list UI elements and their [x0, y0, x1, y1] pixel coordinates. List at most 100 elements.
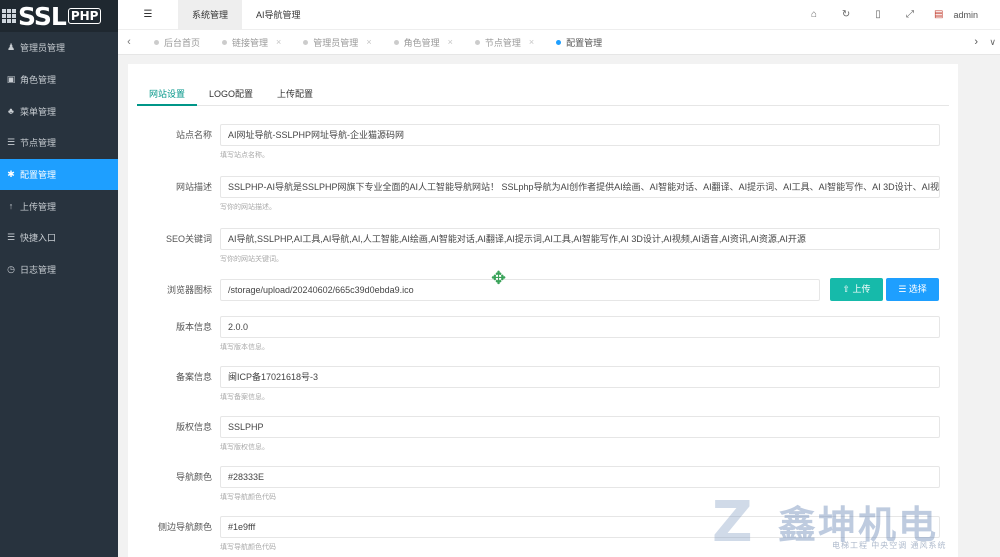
top-header: ☰ 系统管理 AI导航管理 ⌂ ↻ ▯ ⤢ ▤ admin [118, 0, 1000, 29]
field-label: 导航颜色 [175, 472, 212, 482]
sidebar-item-6[interactable]: ☰ 快捷入口 [0, 222, 118, 254]
bell-icon: ♣ [8, 106, 14, 117]
list-icon: ☰ [6, 232, 16, 243]
subtab-1[interactable]: LOGO配置 [197, 82, 265, 106]
field-label: 站点名称 [175, 130, 212, 140]
field-help-text: 填写导航颜色代码 [220, 544, 276, 551]
sidebar-item-0[interactable]: ♟ 管理员管理 [0, 32, 118, 64]
tab-dot-icon [154, 39, 159, 45]
config-subtabs: 网站设置 LOGO配置 上传配置 [137, 82, 949, 106]
logo-ssl-text: SSL [18, 1, 67, 31]
page-tab-label: 后台首页 [164, 37, 201, 48]
header-nav-1[interactable]: AI导航管理 [242, 0, 315, 29]
sidebar-item-label: 角色管理 [20, 75, 57, 86]
upload-button[interactable]: ⇧ 上传 [830, 278, 883, 301]
header-toolbar: ⌂ ↻ ▯ ⤢ ▤ admin [798, 0, 978, 29]
sidebar-item-label: 配置管理 [20, 170, 57, 181]
sidebar-item-label: 日志管理 [20, 265, 57, 276]
clear-icon[interactable]: ▯ [862, 9, 894, 20]
select-button[interactable]: ☰ 选择 [886, 278, 939, 301]
subtab-2[interactable]: 上传配置 [265, 82, 325, 106]
watermark: Z 鑫坤机电 电梯工程 中央空调 通风系统 [712, 492, 1000, 557]
field-help-text: 写你的网站关键词。 [220, 256, 283, 263]
close-icon[interactable]: × [529, 37, 534, 47]
sidebar-item-label: 上传管理 [20, 201, 57, 212]
user-avatar-icon: ▤ [934, 9, 944, 20]
menu-fold-icon: ☰ [143, 9, 153, 20]
sidebar-item-5[interactable]: ↑ 上传管理 [0, 190, 118, 222]
field-label: 浏览器图标 [166, 285, 212, 295]
sidebar: SSL PHP ♟ 管理员管理 ▣ 角色管理 ♣ 菜单管理 ☰ 节点管理 ✱ 配置管理 ↑ 上传管理 ☰… [0, 0, 118, 557]
upload-icon: ↑ [8, 201, 14, 212]
field-label: SEO关键词 [165, 234, 212, 244]
field-input[interactable]: SSLPHP [220, 416, 940, 438]
field-help-text: 填写版本信息。 [220, 344, 269, 351]
sidebar-item-2[interactable]: ♣ 菜单管理 [0, 95, 118, 127]
field-label: 版权信息 [175, 422, 212, 432]
sidebar-item-1[interactable]: ▣ 角色管理 [0, 64, 118, 96]
config-panel: 网站设置 LOGO配置 上传配置 站点名称 AI网址导航-SSLPHP网址导航-企业猫… [128, 64, 958, 557]
close-icon[interactable]: × [276, 37, 281, 47]
page-tab-2[interactable]: 管理员管理 × [289, 29, 379, 55]
watermark-logo-icon: Z [712, 490, 753, 555]
field-input[interactable]: 闽ICP备17021618号-3 [220, 366, 940, 388]
page-tab-1[interactable]: 链接管理 × [208, 29, 289, 55]
page-tab-label: 角色管理 [403, 37, 440, 48]
sidebar-item-label: 快捷入口 [20, 233, 57, 244]
tabs-prev-button[interactable]: ‹ [118, 36, 140, 48]
list-icon: ☰ [6, 137, 16, 148]
tab-dot-icon [556, 39, 562, 45]
field-input[interactable]: /storage/upload/20240602/665c39d0ebda9.i… [220, 279, 820, 301]
sidebar-menu: ♟ 管理员管理 ▣ 角色管理 ♣ 菜单管理 ☰ 节点管理 ✱ 配置管理 ↑ 上传管理 ☰ 快捷入口 ◷ 日志管… [0, 32, 118, 286]
refresh-icon[interactable]: ↻ [830, 9, 862, 20]
field-label: 侧边导航颜色 [157, 522, 212, 532]
page-tabs: 后台首页 链接管理 × 管理员管理 × 角色管理 × 节点管理 × 配置管理 [140, 29, 1000, 55]
user-menu[interactable]: ▤ admin [934, 9, 978, 20]
field-input[interactable]: #28333E [220, 466, 940, 488]
field-input[interactable]: SSLPHP-AI导航是SSLPHP网旗下专业全面的AI人工智能导航网站！ SS… [220, 176, 940, 198]
tabs-next-button[interactable]: › [974, 36, 978, 48]
tab-dot-icon [303, 39, 309, 45]
subtab-0[interactable]: 网站设置 [137, 82, 198, 106]
page-tab-4[interactable]: 节点管理 × [461, 29, 542, 55]
watermark-subtitle: 电梯工程 中央空调 通风系统 [832, 541, 947, 550]
close-icon[interactable]: × [366, 37, 371, 47]
field-input[interactable]: 2.0.0 [220, 316, 940, 338]
logo[interactable]: SSL PHP [0, 0, 118, 32]
page-tab-0[interactable]: 后台首页 [140, 29, 208, 55]
field-help-text: 填写站点名称。 [220, 152, 269, 159]
id-card-icon: ▣ [6, 74, 16, 85]
field-label: 网站描述 [175, 182, 212, 192]
field-input[interactable]: AI网址导航-SSLPHP网址导航-企业猫源码网 [220, 124, 940, 146]
page-tab-label: 配置管理 [566, 37, 603, 48]
header-icons: ⌂ ↻ ▯ ⤢ [798, 9, 926, 20]
user-name: admin [953, 9, 978, 20]
logo-php-badge: PHP [67, 8, 102, 24]
field-input[interactable]: AI导航,SSLPHP,AI工具,AI导航,AI,人工智能,AI绘画,AI智能对… [220, 228, 940, 250]
page-tab-3[interactable]: 角色管理 × [380, 29, 461, 55]
page-tab-label: 管理员管理 [313, 37, 359, 48]
field-help-text: 填写备案信息。 [220, 394, 269, 401]
move-cursor-icon: ✥ [491, 268, 507, 288]
tab-dot-icon [393, 39, 399, 45]
menu-fold-button[interactable]: ☰ [118, 0, 178, 29]
upload-label: 上传 [852, 284, 871, 294]
field-help-text: 填写版权信息。 [220, 444, 269, 451]
gear-icon: ✱ [7, 169, 15, 180]
logo-mark-icon [2, 9, 16, 23]
field-help-text: 写你的网站描述。 [220, 204, 276, 211]
close-icon[interactable]: × [448, 37, 453, 47]
sidebar-item-3[interactable]: ☰ 节点管理 [0, 127, 118, 159]
history-icon: ◷ [7, 264, 15, 275]
home-icon[interactable]: ⌂ [798, 9, 830, 20]
tabs-more-button[interactable]: ∨ [989, 37, 996, 48]
page-tab-5[interactable]: 配置管理 [542, 29, 610, 55]
page-tabs-bar: ‹ 后台首页 链接管理 × 管理员管理 × 角色管理 × 节点管理 × 配置管理 › ∨ [118, 29, 1000, 55]
header-nav-0[interactable]: 系统管理 [178, 0, 243, 29]
user-icon: ♟ [6, 42, 16, 53]
sidebar-item-7[interactable]: ◷ 日志管理 [0, 254, 118, 286]
field-label: 版本信息 [175, 322, 212, 332]
page-tab-label: 节点管理 [484, 37, 521, 48]
sidebar-item-4[interactable]: ✱ 配置管理 [0, 158, 118, 191]
fullscreen-icon[interactable]: ⤢ [894, 9, 926, 20]
